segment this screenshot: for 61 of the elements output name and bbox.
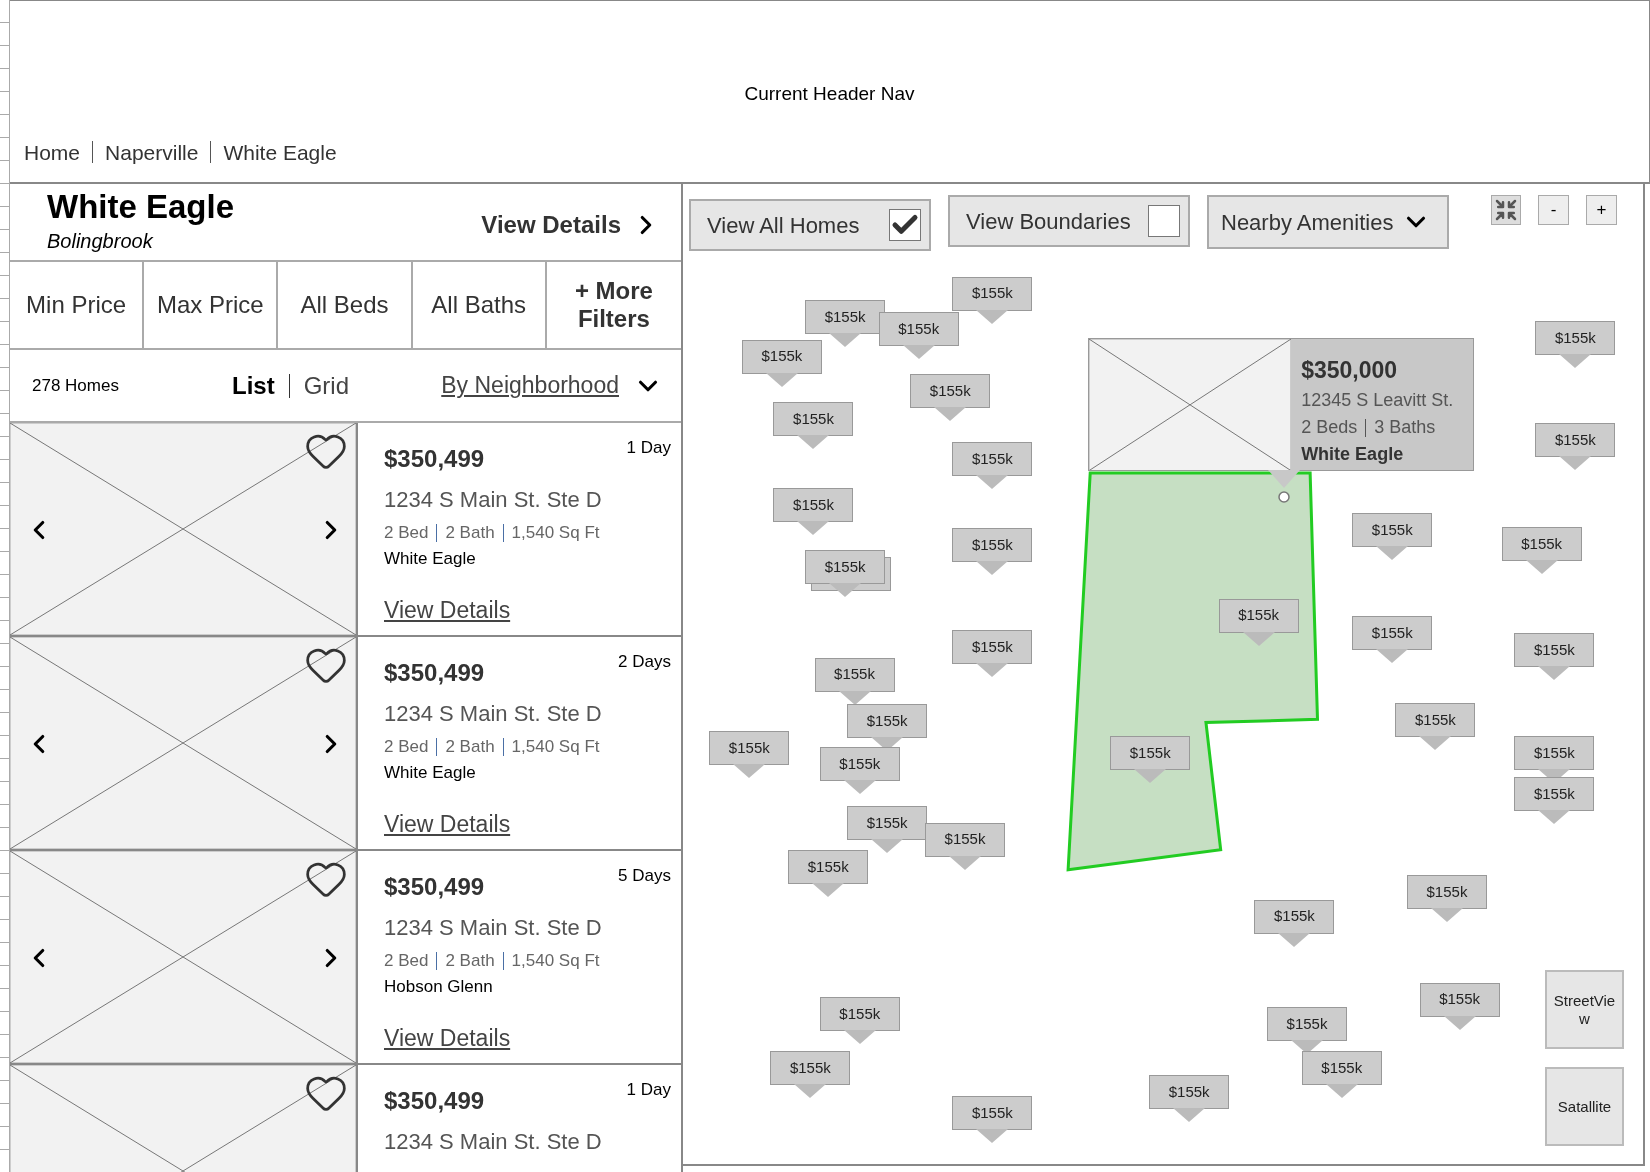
map-layer-button[interactable]: Satallite [1545,1067,1624,1146]
view-tab[interactable]: List [232,367,275,404]
toggle-button[interactable]: View Boundaries [948,195,1190,247]
results-count: 278 Homes [32,374,120,397]
listing-age: 2 Days [618,651,671,673]
zoom-button[interactable]: - [1538,195,1569,225]
listing-neighborhood: White Eagle [384,761,476,784]
shrink-icon [1494,198,1518,222]
popup-address: 12345 S Leavitt St. [1301,389,1454,413]
listing-area: 1,540 Sq Ft [511,948,600,974]
toggle-button[interactable]: View All Homes [689,199,931,251]
listing-age: 1 Day [626,437,671,459]
listing-beds: 2 Bed [384,522,429,544]
filter-button[interactable]: All Baths [412,262,547,348]
popup-pointer [1265,470,1302,505]
amenities-dropdown[interactable]: Nearby Amenities [1207,195,1450,249]
listing-address: 1234 S Main St. Ste D [384,1128,602,1156]
popup-neighborhood: White Eagle [1301,443,1405,467]
filter-button[interactable]: Max Price [144,262,279,348]
breadcrumb-link[interactable]: Home [24,136,81,168]
view-details-link[interactable]: View Details [481,207,661,243]
listing-age: 5 Days [618,865,671,887]
listing-baths: 2 Bath [445,950,495,972]
header-title: Current Header Nav [744,81,915,106]
listing-price: $350,499 [384,658,485,688]
listing-beds: 2 Bed [384,736,429,758]
listing-baths: 2 Bath [445,736,495,758]
listing-neighborhood: White Eagle [384,547,476,570]
listing-address: 1234 S Main St. Ste D [384,914,602,942]
listing-price: $350,499 [384,872,485,902]
listing-address: 1234 S Main St. Ste D [384,700,602,728]
filter-button[interactable]: + More Filters [546,262,681,348]
listing-address: 1234 S Main St. Ste D [384,486,602,514]
breadcrumb-link[interactable]: White Eagle [223,136,337,168]
map-layer-button[interactable]: StreetView [1545,970,1624,1049]
zoom-button[interactable]: + [1586,195,1617,225]
popup-price: $350,000 [1301,355,1399,385]
listing-beds: 2 Bed [384,950,429,972]
view-details-link[interactable]: View Details [384,1020,511,1055]
fit-map-button[interactable] [1491,195,1521,225]
neighborhood-title: White Eagle [47,188,235,226]
checkbox[interactable] [889,209,921,241]
listing-popup[interactable]: $350,000 12345 S Leavitt St. 2 Beds 3 Baths White Eagle [1088,337,1475,472]
listing-price: $350,499 [384,444,485,474]
view-details-link[interactable]: View Details [384,806,511,841]
neighborhood-city: Bolingbrook [47,229,155,254]
popup-beds: 2 Beds [1301,416,1358,440]
listing-age: 1 Day [626,1079,671,1101]
listing-area: 1,540 Sq Ft [511,520,600,546]
listing-baths: 2 Bath [445,522,495,544]
filter-button[interactable]: Min Price [10,262,145,348]
breadcrumb-link[interactable]: Naperville [105,136,199,168]
view-tab[interactable]: Grid [303,367,349,404]
listing-neighborhood: Hobson Glenn [384,975,493,998]
filter-button[interactable]: All Beds [278,262,413,348]
listing-area: 1,540 Sq Ft [511,734,600,760]
listing-price: $350,499 [384,1086,485,1116]
checkbox[interactable] [1148,205,1180,237]
view-details-link[interactable]: View Details [384,592,511,627]
popup-baths: 3 Baths [1374,416,1436,440]
sort-dropdown[interactable]: By Neighborhood [441,368,663,403]
